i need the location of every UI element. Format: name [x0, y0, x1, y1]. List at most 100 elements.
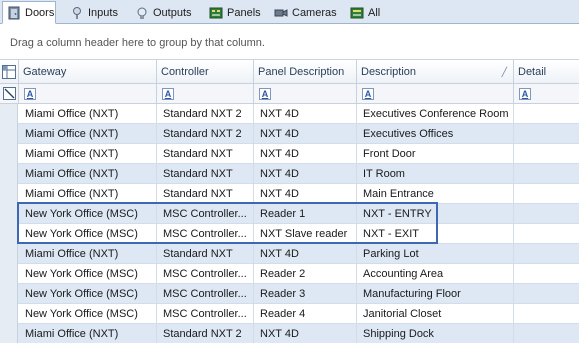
filter-operator-button[interactable]: A	[24, 88, 36, 100]
cell-panel-description[interactable]: Reader 4	[254, 304, 357, 324]
cell-description[interactable]: Executives Offices	[357, 124, 514, 144]
filter-operator-button[interactable]: A	[362, 88, 374, 100]
filter-cell-detail[interactable]: A	[514, 84, 579, 104]
row-selector[interactable]	[0, 264, 18, 284]
tab-cameras[interactable]: Cameras	[270, 2, 340, 24]
cell-panel-description[interactable]: NXT Slave reader	[254, 224, 357, 244]
table-row[interactable]: Miami Office (NXT) Standard NXT 2 NXT 4D Ex…	[0, 124, 579, 144]
cell-gateway[interactable]: Miami Office (NXT)	[19, 184, 157, 204]
row-selector[interactable]	[0, 144, 18, 164]
column-header-gateway[interactable]: Gateway	[19, 60, 157, 84]
filter-operator-button[interactable]: A	[519, 88, 531, 100]
cell-panel-description[interactable]: NXT 4D	[254, 164, 357, 184]
cell-detail[interactable]	[514, 324, 579, 343]
filter-cell-controller[interactable]: A	[157, 84, 254, 104]
cell-controller[interactable]: MSC Controller...	[157, 264, 254, 284]
cell-description[interactable]: Manufacturing Floor	[357, 284, 514, 304]
table-row[interactable]: Miami Office (NXT) Standard NXT 2 NXT 4D Sh…	[0, 324, 579, 343]
cell-panel-description[interactable]: NXT 4D	[254, 124, 357, 144]
cell-description[interactable]: Janitorial Closet	[357, 304, 514, 324]
cell-gateway[interactable]: Miami Office (NXT)	[19, 244, 157, 264]
cell-detail[interactable]	[514, 284, 579, 304]
column-header-controller[interactable]: Controller	[157, 60, 254, 84]
cell-panel-description[interactable]: NXT 4D	[254, 184, 357, 204]
table-row[interactable]: Miami Office (NXT) Standard NXT 2 NXT 4D Ex…	[0, 104, 579, 124]
cell-panel-description[interactable]: Reader 2	[254, 264, 357, 284]
tab-all[interactable]: All	[346, 2, 386, 24]
cell-gateway[interactable]: Miami Office (NXT)	[19, 144, 157, 164]
cell-detail[interactable]	[514, 304, 579, 324]
cell-controller[interactable]: Standard NXT	[157, 144, 254, 164]
cell-detail[interactable]	[514, 264, 579, 284]
cell-gateway[interactable]: Miami Office (NXT)	[19, 104, 157, 124]
cell-detail[interactable]	[514, 164, 579, 184]
cell-description[interactable]: Executives Conference Room	[357, 104, 514, 124]
cell-controller[interactable]: MSC Controller...	[157, 304, 254, 324]
cell-description[interactable]: Front Door	[357, 144, 514, 164]
cell-gateway[interactable]: Miami Office (NXT)	[19, 164, 157, 184]
row-selector[interactable]	[0, 164, 18, 184]
row-selector[interactable]	[0, 324, 18, 343]
table-row[interactable]: New York Office (MSC) MSC Controller... NX…	[0, 224, 579, 244]
row-selector[interactable]	[0, 204, 18, 224]
cell-panel-description[interactable]: NXT 4D	[254, 144, 357, 164]
column-header-panel-description[interactable]: Panel Description	[254, 60, 357, 84]
filter-cell-panel-description[interactable]: A	[254, 84, 357, 104]
cell-controller[interactable]: Standard NXT	[157, 244, 254, 264]
table-row[interactable]: Miami Office (NXT) Standard NXT NXT 4D IT R…	[0, 164, 579, 184]
cell-panel-description[interactable]: Reader 1	[254, 204, 357, 224]
cell-gateway[interactable]: New York Office (MSC)	[19, 264, 157, 284]
row-selector[interactable]	[0, 284, 18, 304]
cell-gateway[interactable]: New York Office (MSC)	[19, 204, 157, 224]
table-row[interactable]: New York Office (MSC) MSC Controller... Re…	[0, 264, 579, 284]
tab-panels[interactable]: Panels	[205, 2, 265, 24]
cell-panel-description[interactable]: NXT 4D	[254, 324, 357, 343]
cell-controller[interactable]: MSC Controller...	[157, 204, 254, 224]
filter-operator-button[interactable]: A	[259, 88, 271, 100]
cell-detail[interactable]	[514, 144, 579, 164]
cell-panel-description[interactable]: NXT 4D	[254, 104, 357, 124]
cell-controller[interactable]: Standard NXT	[157, 184, 254, 204]
cell-description[interactable]: Parking Lot	[357, 244, 514, 264]
column-header-detail[interactable]: Detail	[514, 60, 579, 84]
cell-gateway[interactable]: Miami Office (NXT)	[19, 324, 157, 343]
cell-detail[interactable]	[514, 204, 579, 224]
cell-description[interactable]: Accounting Area	[357, 264, 514, 284]
cell-detail[interactable]	[514, 244, 579, 264]
row-selector[interactable]	[0, 104, 18, 124]
cell-description[interactable]: IT Room	[357, 164, 514, 184]
cell-controller[interactable]: Standard NXT 2	[157, 104, 254, 124]
row-selector[interactable]	[0, 124, 18, 144]
cell-controller[interactable]: MSC Controller...	[157, 224, 254, 244]
cell-detail[interactable]	[514, 124, 579, 144]
cell-gateway[interactable]: New York Office (MSC)	[19, 284, 157, 304]
cell-controller[interactable]: MSC Controller...	[157, 284, 254, 304]
cell-detail[interactable]	[514, 104, 579, 124]
row-selector[interactable]	[0, 304, 18, 324]
cell-description[interactable]: NXT - ENTRY	[357, 204, 514, 224]
table-row[interactable]: New York Office (MSC) MSC Controller... Re…	[0, 284, 579, 304]
filter-cell-description[interactable]: A	[357, 84, 514, 104]
table-row[interactable]: New York Office (MSC) MSC Controller... Re…	[0, 204, 579, 224]
table-row[interactable]: New York Office (MSC) MSC Controller... Re…	[0, 304, 579, 324]
cell-description[interactable]: Main Entrance	[357, 184, 514, 204]
cell-detail[interactable]	[514, 184, 579, 204]
cell-controller[interactable]: Standard NXT	[157, 164, 254, 184]
cell-gateway[interactable]: New York Office (MSC)	[19, 224, 157, 244]
row-selector[interactable]	[0, 244, 18, 264]
table-row[interactable]: Miami Office (NXT) Standard NXT NXT 4D Park…	[0, 244, 579, 264]
cell-gateway[interactable]: New York Office (MSC)	[19, 304, 157, 324]
tab-outputs[interactable]: Outputs	[131, 2, 197, 24]
table-row[interactable]: Miami Office (NXT) Standard NXT NXT 4D Main…	[0, 184, 579, 204]
tab-inputs[interactable]: Inputs	[66, 2, 122, 24]
table-row[interactable]: Miami Office (NXT) Standard NXT NXT 4D Fron…	[0, 144, 579, 164]
column-header-description[interactable]: Description ╱	[357, 60, 514, 84]
group-by-panel[interactable]: Drag a column header here to group by th…	[0, 25, 579, 60]
cell-controller[interactable]: Standard NXT 2	[157, 324, 254, 343]
cell-description[interactable]: NXT - EXIT	[357, 224, 514, 244]
row-selector[interactable]	[0, 224, 18, 244]
clear-filter-button[interactable]	[0, 84, 19, 104]
row-selector[interactable]	[0, 184, 18, 204]
tab-doors[interactable]: Doors	[2, 1, 56, 24]
cell-panel-description[interactable]: NXT 4D	[254, 244, 357, 264]
